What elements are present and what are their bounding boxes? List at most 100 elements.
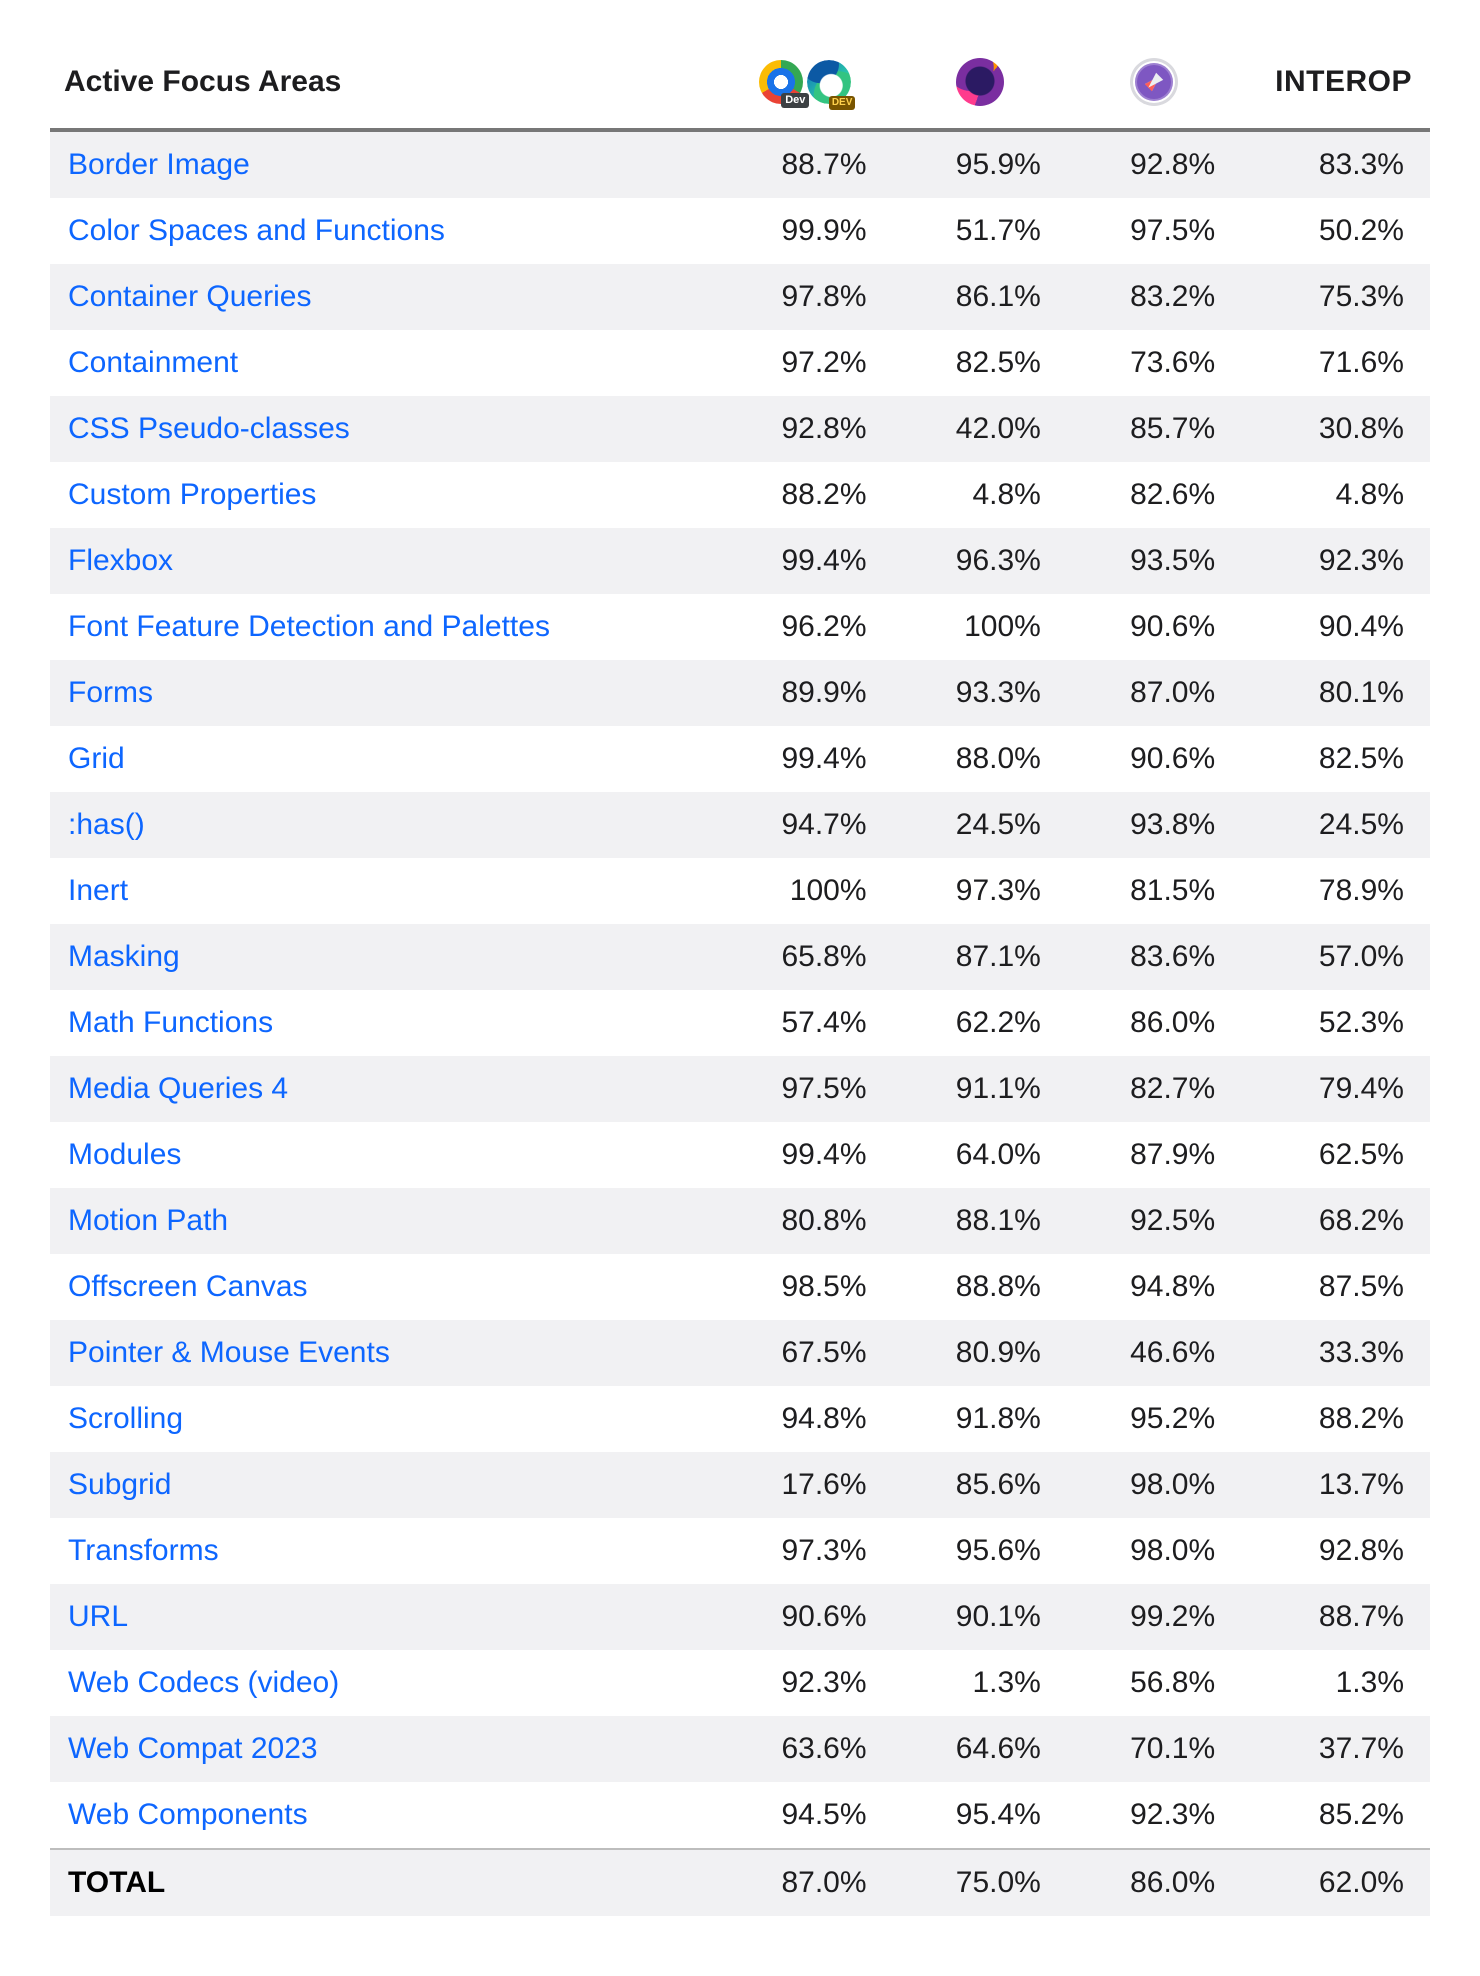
area-link[interactable]: Motion Path [68, 1204, 228, 1237]
firefox-score: 100% [893, 594, 1067, 660]
chrome-edge-score: 97.2% [718, 330, 892, 396]
interop-score: 30.8% [1241, 396, 1430, 462]
interop-table: Active Focus Areas Dev DEV INTEROP Borde… [50, 40, 1430, 1916]
firefox-score: 95.6% [893, 1518, 1067, 1584]
safari-score: 90.6% [1067, 594, 1241, 660]
safari-score: 99.2% [1067, 1584, 1241, 1650]
area-name-cell: Transforms [50, 1518, 718, 1584]
safari-score: 85.7% [1067, 396, 1241, 462]
interop-score: 37.7% [1241, 1716, 1430, 1782]
firefox-score: 96.3% [893, 528, 1067, 594]
area-link[interactable]: Media Queries 4 [68, 1072, 288, 1105]
interop-score: 92.8% [1241, 1518, 1430, 1584]
area-link[interactable]: Forms [68, 676, 153, 709]
chrome-edge-score: 100% [718, 858, 892, 924]
firefox-score: 88.8% [893, 1254, 1067, 1320]
area-name-cell: Flexbox [50, 528, 718, 594]
table-row: Masking65.8%87.1%83.6%57.0% [50, 924, 1430, 990]
firefox-score: 1.3% [893, 1650, 1067, 1716]
area-link[interactable]: Scrolling [68, 1402, 183, 1435]
chrome-edge-score: 80.8% [718, 1188, 892, 1254]
interop-score: 83.3% [1241, 130, 1430, 198]
area-name-cell: Offscreen Canvas [50, 1254, 718, 1320]
interop-score: 71.6% [1241, 330, 1430, 396]
area-name-cell: Scrolling [50, 1386, 718, 1452]
area-link[interactable]: Subgrid [68, 1468, 171, 1501]
area-link[interactable]: Grid [68, 742, 125, 775]
chrome-edge-total: 87.0% [718, 1849, 892, 1916]
chrome-edge-score: 90.6% [718, 1584, 892, 1650]
table-row: Math Functions57.4%62.2%86.0%52.3% [50, 990, 1430, 1056]
safari-score: 70.1% [1067, 1716, 1241, 1782]
table-row: Container Queries97.8%86.1%83.2%75.3% [50, 264, 1430, 330]
interop-score: 90.4% [1241, 594, 1430, 660]
area-name-cell: Web Components [50, 1782, 718, 1849]
area-link[interactable]: Container Queries [68, 280, 311, 313]
firefox-score: 64.0% [893, 1122, 1067, 1188]
safari-tp-icon [1130, 58, 1178, 106]
area-name-cell: Pointer & Mouse Events [50, 1320, 718, 1386]
area-name-cell: Web Compat 2023 [50, 1716, 718, 1782]
area-name-cell: Containment [50, 330, 718, 396]
firefox-score: 86.1% [893, 264, 1067, 330]
area-link[interactable]: Transforms [68, 1534, 219, 1567]
firefox-score: 85.6% [893, 1452, 1067, 1518]
area-link[interactable]: Color Spaces and Functions [68, 214, 445, 247]
area-link[interactable]: :has() [68, 808, 145, 841]
table-row: Grid99.4%88.0%90.6%82.5% [50, 726, 1430, 792]
area-link[interactable]: Inert [68, 874, 128, 907]
area-name-cell: Motion Path [50, 1188, 718, 1254]
area-link[interactable]: Font Feature Detection and Palettes [68, 610, 550, 643]
chrome-edge-score: 94.7% [718, 792, 892, 858]
area-link[interactable]: Offscreen Canvas [68, 1270, 308, 1303]
area-name-cell: Font Feature Detection and Palettes [50, 594, 718, 660]
area-name-cell: Media Queries 4 [50, 1056, 718, 1122]
area-link[interactable]: Pointer & Mouse Events [68, 1336, 390, 1369]
area-link[interactable]: Web Components [68, 1798, 308, 1831]
area-link[interactable]: Containment [68, 346, 238, 379]
interop-table-wrap: Active Focus Areas Dev DEV INTEROP Borde… [0, 0, 1480, 1976]
area-link[interactable]: Modules [68, 1138, 181, 1171]
chrome-edge-score: 65.8% [718, 924, 892, 990]
table-row: Offscreen Canvas98.5%88.8%94.8%87.5% [50, 1254, 1430, 1320]
area-link[interactable]: Web Compat 2023 [68, 1732, 318, 1765]
chrome-edge-score: 94.8% [718, 1386, 892, 1452]
col-header-areas: Active Focus Areas [50, 40, 718, 130]
safari-score: 97.5% [1067, 198, 1241, 264]
area-name-cell: Inert [50, 858, 718, 924]
area-link[interactable]: Border Image [68, 148, 250, 181]
area-link[interactable]: URL [68, 1600, 128, 1633]
chrome-dev-icon: Dev [759, 60, 803, 104]
area-link[interactable]: CSS Pseudo-classes [68, 412, 350, 445]
interop-total: 62.0% [1241, 1849, 1430, 1916]
table-row: URL90.6%90.1%99.2%88.7% [50, 1584, 1430, 1650]
firefox-score: 93.3% [893, 660, 1067, 726]
safari-score: 98.0% [1067, 1452, 1241, 1518]
area-link[interactable]: Masking [68, 940, 180, 973]
area-link[interactable]: Math Functions [68, 1006, 273, 1039]
area-link[interactable]: Web Codecs (video) [68, 1666, 339, 1699]
area-link[interactable]: Custom Properties [68, 478, 316, 511]
safari-score: 92.5% [1067, 1188, 1241, 1254]
area-name-cell: CSS Pseudo-classes [50, 396, 718, 462]
firefox-nightly-icon [956, 58, 1004, 106]
interop-score: 68.2% [1241, 1188, 1430, 1254]
chrome-edge-score: 67.5% [718, 1320, 892, 1386]
area-name-cell: URL [50, 1584, 718, 1650]
table-row: Modules99.4%64.0%87.9%62.5% [50, 1122, 1430, 1188]
interop-score: 79.4% [1241, 1056, 1430, 1122]
chrome-edge-score: 92.8% [718, 396, 892, 462]
total-label: TOTAL [50, 1849, 718, 1916]
interop-score: 82.5% [1241, 726, 1430, 792]
interop-score: 78.9% [1241, 858, 1430, 924]
chrome-edge-score: 97.5% [718, 1056, 892, 1122]
table-row: Subgrid17.6%85.6%98.0%13.7% [50, 1452, 1430, 1518]
table-row: Pointer & Mouse Events67.5%80.9%46.6%33.… [50, 1320, 1430, 1386]
table-row: Font Feature Detection and Palettes96.2%… [50, 594, 1430, 660]
interop-score: 85.2% [1241, 1782, 1430, 1849]
interop-score: 80.1% [1241, 660, 1430, 726]
area-link[interactable]: Flexbox [68, 544, 173, 577]
firefox-score: 87.1% [893, 924, 1067, 990]
safari-score: 81.5% [1067, 858, 1241, 924]
safari-score: 87.9% [1067, 1122, 1241, 1188]
